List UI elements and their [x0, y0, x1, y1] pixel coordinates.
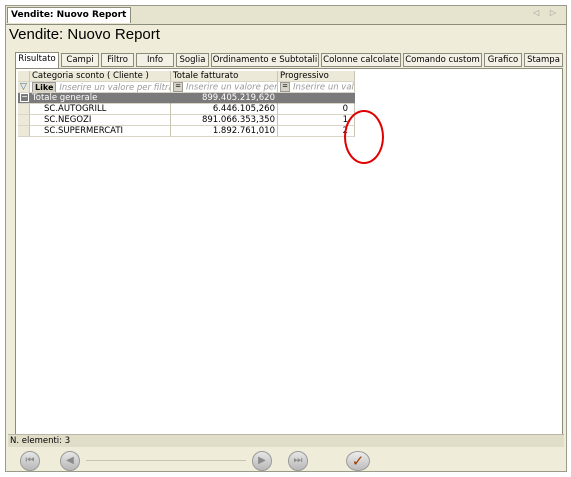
report-window: Vendite: Nuovo Report ◁ ▷ Vendite: Nuovo…	[5, 5, 567, 472]
row-indicator	[18, 115, 30, 126]
cell-categoria: SC.NEGOZI	[30, 115, 171, 126]
previous-record-icon[interactable]: ◀	[60, 451, 80, 471]
document-tab-strip: Vendite: Nuovo Report ◁ ▷	[6, 6, 566, 25]
record-navigation: ⏮ ◀ ▶ ⏭ ✓	[6, 448, 566, 472]
page-title: Vendite: Nuovo Report	[9, 26, 160, 43]
row-indicator	[18, 104, 30, 115]
filter-funnel-icon: ▽	[18, 82, 30, 93]
grand-total-value: 899.405.219,620	[171, 93, 278, 104]
confirm-checkmark-icon[interactable]: ✓	[346, 451, 370, 471]
tab-grafico[interactable]: Grafico	[484, 53, 522, 67]
tab-stampa[interactable]: Stampa	[524, 53, 563, 67]
status-bar: N. elementi: 3	[8, 434, 564, 447]
grand-total-label-cell: − Totale generale	[18, 93, 171, 104]
document-tab[interactable]: Vendite: Nuovo Report	[7, 7, 131, 23]
tab-risultato[interactable]: Risultato	[15, 52, 59, 68]
tab-filtro[interactable]: Filtro	[101, 53, 134, 67]
tab-ordinamento[interactable]: Ordinamento e Subtotali	[211, 53, 319, 67]
filter-input-progressivo[interactable]: Inserire un valo	[293, 83, 354, 93]
tab-colonne-calcolate[interactable]: Colonne calcolate	[321, 53, 401, 67]
filter-cell-progressivo[interactable]: = Inserire un valo	[278, 82, 355, 93]
cell-totale: 1.892.761,010	[171, 126, 278, 137]
tab-campi[interactable]: Campi	[61, 53, 99, 67]
next-record-icon[interactable]: ▶	[252, 451, 272, 471]
cell-totale: 6.446.105,260	[171, 104, 278, 115]
tab-info[interactable]: Info	[136, 53, 174, 67]
navigation-track	[86, 460, 246, 461]
column-header-totale[interactable]: Totale fatturato	[171, 71, 278, 82]
tab-comando-custom[interactable]: Comando custom	[403, 53, 482, 67]
equals-operator-button[interactable]: =	[173, 82, 183, 92]
column-header-progressivo[interactable]: Progressivo	[278, 71, 355, 82]
first-record-icon[interactable]: ⏮	[20, 451, 40, 471]
grand-total-progressivo	[278, 93, 355, 104]
filter-cell-totale[interactable]: = Inserire un valore per	[171, 82, 278, 93]
row-indicator	[18, 126, 30, 137]
row-indicator	[18, 71, 30, 82]
like-operator-button[interactable]: Like	[32, 82, 57, 92]
element-count: N. elementi: 3	[10, 436, 71, 446]
tab-scroll-arrows-icon[interactable]: ◁ ▷	[533, 8, 560, 17]
annotation-ellipse	[344, 110, 384, 164]
collapse-icon[interactable]: −	[20, 93, 29, 102]
result-panel: Categoria sconto ( Cliente ) Totale fatt…	[15, 68, 563, 438]
equals-operator-button[interactable]: =	[280, 82, 290, 92]
tab-soglia[interactable]: Soglia	[176, 53, 209, 67]
cell-categoria: SC.AUTOGRILL	[30, 104, 171, 115]
filter-cell-categoria[interactable]: Like Inserire un valore per filtrare	[30, 82, 171, 93]
cell-totale: 891.066.353,350	[171, 115, 278, 126]
grand-total-label: Totale generale	[32, 93, 98, 103]
filter-input-totale[interactable]: Inserire un valore per	[186, 83, 277, 93]
last-record-icon[interactable]: ⏭	[288, 451, 308, 471]
column-header-categoria[interactable]: Categoria sconto ( Cliente )	[30, 71, 171, 82]
cell-progressivo: 1	[278, 115, 355, 126]
report-tabs: Risultato Campi Filtro Info Soglia Ordin…	[15, 52, 563, 68]
cell-categoria: SC.SUPERMERCATI	[30, 126, 171, 137]
cell-progressivo: 0	[278, 104, 355, 115]
filter-input-categoria[interactable]: Inserire un valore per filtrare	[59, 83, 170, 92]
